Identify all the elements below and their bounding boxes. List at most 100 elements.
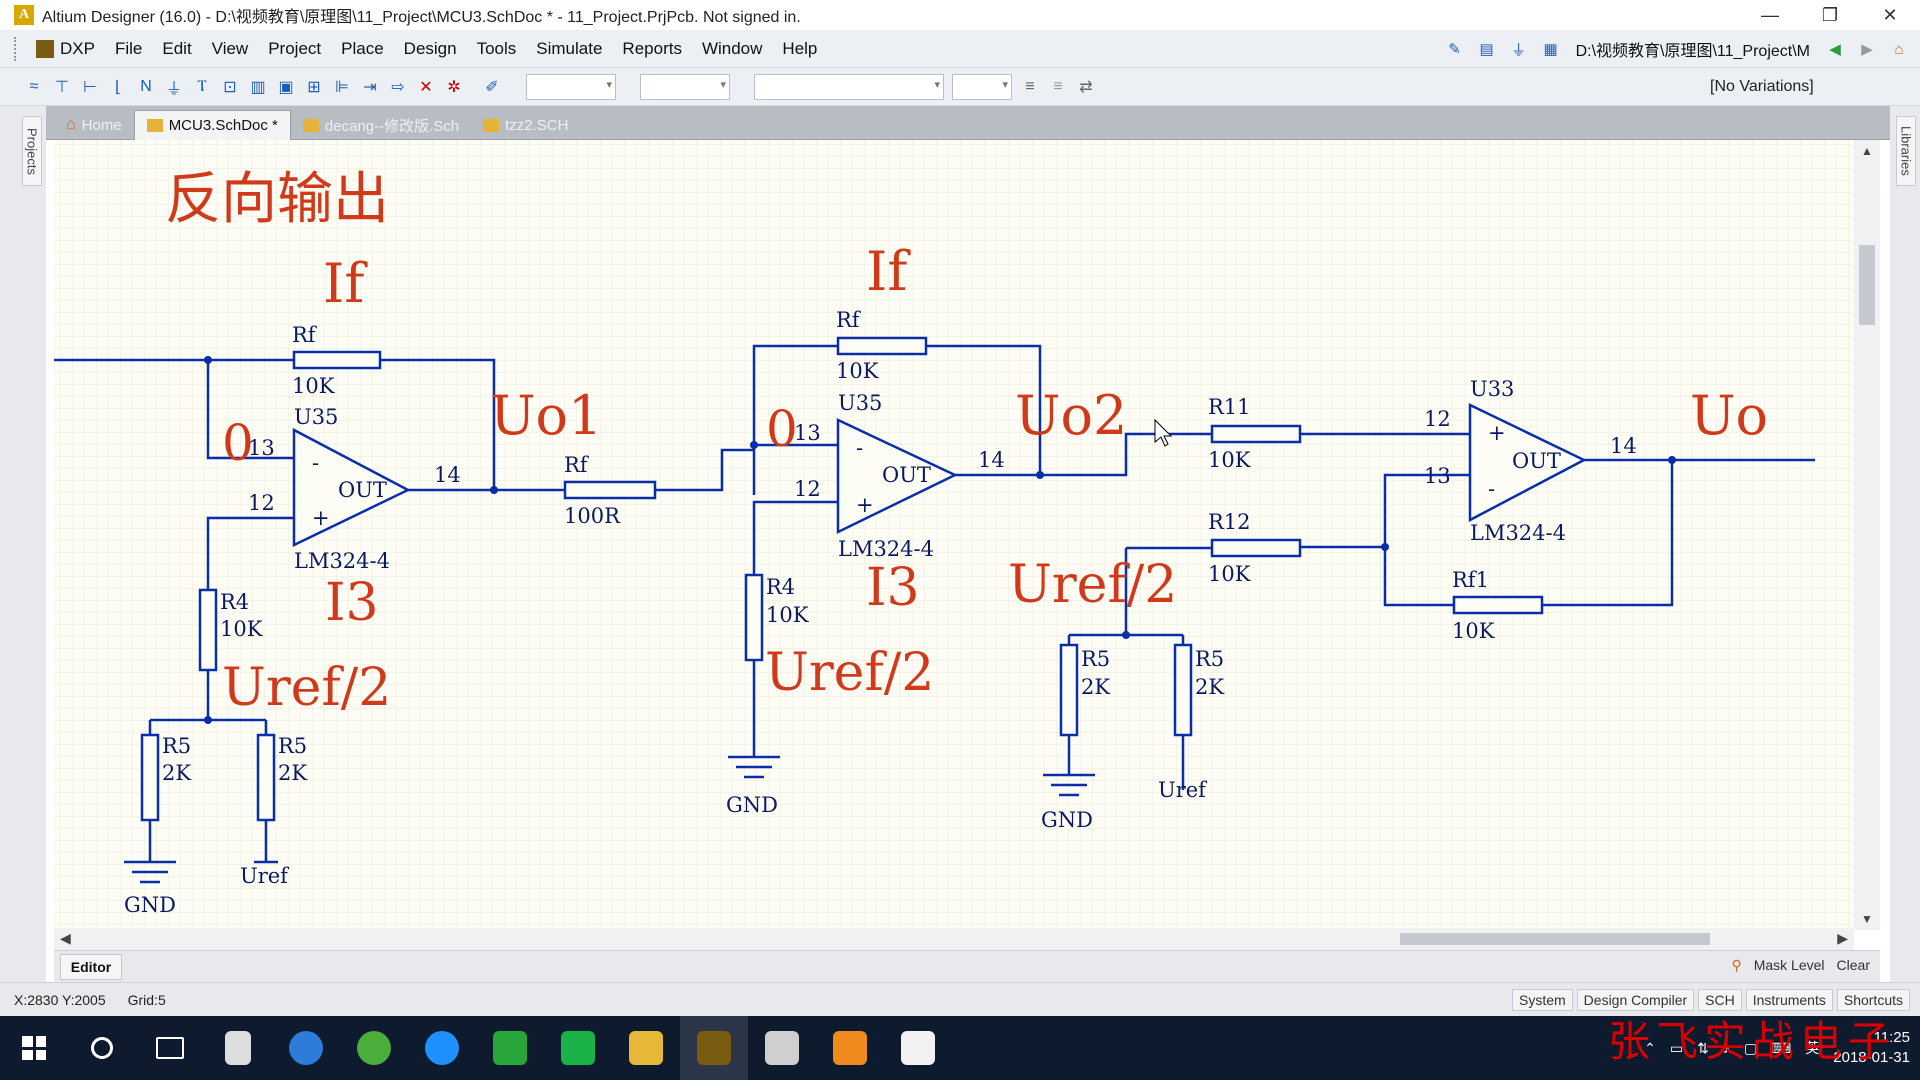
resistor-rf-2 xyxy=(563,480,657,500)
net-label-icon[interactable]: N xyxy=(132,73,160,101)
wire-icon[interactable]: ≈ xyxy=(20,73,48,101)
menu-window[interactable]: Window xyxy=(692,30,772,68)
heading-text: 反向输出 xyxy=(165,167,389,232)
browser-icon[interactable] xyxy=(408,1016,476,1080)
compile-mask-icon[interactable]: ✲ xyxy=(440,73,468,101)
app-green-icon[interactable] xyxy=(340,1016,408,1080)
align-icon[interactable]: ≡ xyxy=(1016,73,1044,101)
sheet-entry-icon[interactable]: ▣ xyxy=(272,73,300,101)
photo-app-icon[interactable] xyxy=(748,1016,816,1080)
svg-text:10K: 10K xyxy=(836,359,879,383)
schematic-canvas[interactable]: 反向输出 If If Uo1 Uo2 Uo 0 0 I3 I3 Uref/2 U… xyxy=(54,140,1880,930)
tab-decang[interactable]: decang--修改版.Sch xyxy=(291,110,471,140)
combo-2[interactable] xyxy=(640,73,730,100)
device-sheet-icon[interactable]: ⊞ xyxy=(300,73,328,101)
scroll-left-icon[interactable]: ◀ xyxy=(60,930,71,947)
sheet-symbol-icon[interactable]: ▥ xyxy=(244,73,272,101)
scroll-up-icon[interactable]: ▲ xyxy=(1861,144,1873,158)
wire-tool-icon[interactable]: ✎ xyxy=(1444,38,1466,60)
filter-icon[interactable]: ⚲ xyxy=(1731,957,1741,974)
scroll-right-icon[interactable]: ▶ xyxy=(1837,930,1848,947)
tab-home[interactable]: ⌂ Home xyxy=(54,110,134,140)
no-erc-icon[interactable]: ✕ xyxy=(412,73,440,101)
svg-text:2K: 2K xyxy=(162,761,191,785)
forward-icon[interactable]: ▶ xyxy=(1856,38,1878,60)
menu-project[interactable]: Project xyxy=(258,30,331,68)
home-nav-icon[interactable]: ⌂ xyxy=(1888,38,1910,60)
video-app-icon[interactable] xyxy=(884,1016,952,1080)
combo-3[interactable] xyxy=(754,73,944,100)
scroll-down-icon[interactable]: ▼ xyxy=(1861,912,1873,926)
projects-panel-tab[interactable]: Projects xyxy=(22,116,42,186)
svg-text:R5: R5 xyxy=(1081,647,1110,671)
tab-tzz2[interactable]: tzz2.SCH xyxy=(471,110,580,140)
app-diy-icon[interactable] xyxy=(544,1016,612,1080)
grid-icon[interactable]: ▦ xyxy=(1540,38,1562,60)
distribute-icon[interactable]: ≡ xyxy=(1044,73,1072,101)
tab-mcu3[interactable]: MCU3.SchDoc * xyxy=(133,110,291,140)
variations-dropdown[interactable]: [No Variations] xyxy=(1710,73,1880,101)
app-lime-icon[interactable] xyxy=(476,1016,544,1080)
combo-1[interactable] xyxy=(526,73,616,100)
document-path[interactable]: D:\视频教育\原理图\11_Project\M xyxy=(1572,35,1814,63)
menu-place[interactable]: Place xyxy=(331,30,394,68)
vcc-port-icon[interactable]: Ⲧ xyxy=(188,73,216,101)
horizontal-scroll-thumb[interactable] xyxy=(1400,933,1710,945)
clear-button[interactable]: Clear xyxy=(1837,957,1870,974)
task-view-icon[interactable] xyxy=(136,1016,204,1080)
start-button[interactable] xyxy=(0,1016,68,1080)
minimize-button[interactable]: — xyxy=(1740,0,1800,30)
svg-text:10K: 10K xyxy=(292,374,335,398)
close-button[interactable]: ✕ xyxy=(1860,0,1920,30)
menu-view[interactable]: View xyxy=(202,30,259,68)
harness-connector-icon[interactable]: ⊫ xyxy=(328,73,356,101)
bus-tool-icon[interactable]: ▤ xyxy=(1476,38,1498,60)
bus-icon[interactable]: ⊤ xyxy=(48,73,76,101)
app-blue-icon[interactable] xyxy=(272,1016,340,1080)
menu-simulate[interactable]: Simulate xyxy=(526,30,612,68)
bus-entry-icon[interactable]: ⊢ xyxy=(76,73,104,101)
gnd-port-icon[interactable]: ⏚ xyxy=(160,73,188,101)
toolbar-grip[interactable] xyxy=(14,36,20,61)
menu-edit[interactable]: Edit xyxy=(152,30,201,68)
vertical-scrollbar[interactable]: ▲ ▼ xyxy=(1854,140,1880,930)
svg-text:10K: 10K xyxy=(1208,448,1251,472)
svg-text:R11: R11 xyxy=(1208,395,1251,419)
ground-tool-icon[interactable]: ⏚ xyxy=(1508,38,1530,60)
altium-taskbar-icon[interactable] xyxy=(680,1016,748,1080)
restore-button[interactable]: ❐ xyxy=(1800,0,1860,30)
part-icon[interactable]: ⊡ xyxy=(216,73,244,101)
harness-entry-icon[interactable]: ⇥ xyxy=(356,73,384,101)
svg-text:R4: R4 xyxy=(766,575,795,599)
pen-icon[interactable]: ✐ xyxy=(478,73,506,101)
back-icon[interactable]: ◀ xyxy=(1824,38,1846,60)
search-icon[interactable] xyxy=(68,1016,136,1080)
slides-app-icon[interactable] xyxy=(816,1016,884,1080)
menu-help[interactable]: Help xyxy=(772,30,827,68)
svg-text:LM324-4: LM324-4 xyxy=(1470,521,1566,545)
uo1-label: Uo1 xyxy=(490,384,602,447)
menu-tools[interactable]: Tools xyxy=(467,30,527,68)
port-icon[interactable]: ⇨ xyxy=(384,73,412,101)
svg-text:LM324-4: LM324-4 xyxy=(294,549,390,573)
horizontal-scrollbar[interactable]: ◀ ▶ xyxy=(54,928,1854,950)
menu-reports[interactable]: Reports xyxy=(612,30,692,68)
svg-text:OUT: OUT xyxy=(338,478,387,502)
svg-text:2K: 2K xyxy=(278,761,307,785)
resistor-r4-2 xyxy=(744,573,764,662)
menu-design[interactable]: Design xyxy=(394,30,467,68)
arrange-icon[interactable]: ⇄ xyxy=(1072,73,1100,101)
harness-icon[interactable]: ⌊ xyxy=(104,73,132,101)
menu-dxp[interactable]: DXP xyxy=(26,30,105,68)
vertical-scroll-thumb[interactable] xyxy=(1859,245,1875,325)
menu-file[interactable]: File xyxy=(105,30,152,68)
panel-system[interactable]: System xyxy=(1511,989,1573,1011)
combo-4[interactable] xyxy=(952,73,1012,100)
mask-level-button[interactable]: Mask Level xyxy=(1754,957,1825,974)
svg-text:12: 12 xyxy=(1424,407,1451,431)
window-title: Altium Designer (16.0) - D:\视频教育\原理图\11_… xyxy=(42,9,801,26)
file-explorer-icon[interactable] xyxy=(612,1016,680,1080)
editor-tab[interactable]: Editor xyxy=(60,954,122,980)
calculator-icon[interactable] xyxy=(204,1016,272,1080)
libraries-panel-tab[interactable]: Libraries xyxy=(1896,116,1916,186)
